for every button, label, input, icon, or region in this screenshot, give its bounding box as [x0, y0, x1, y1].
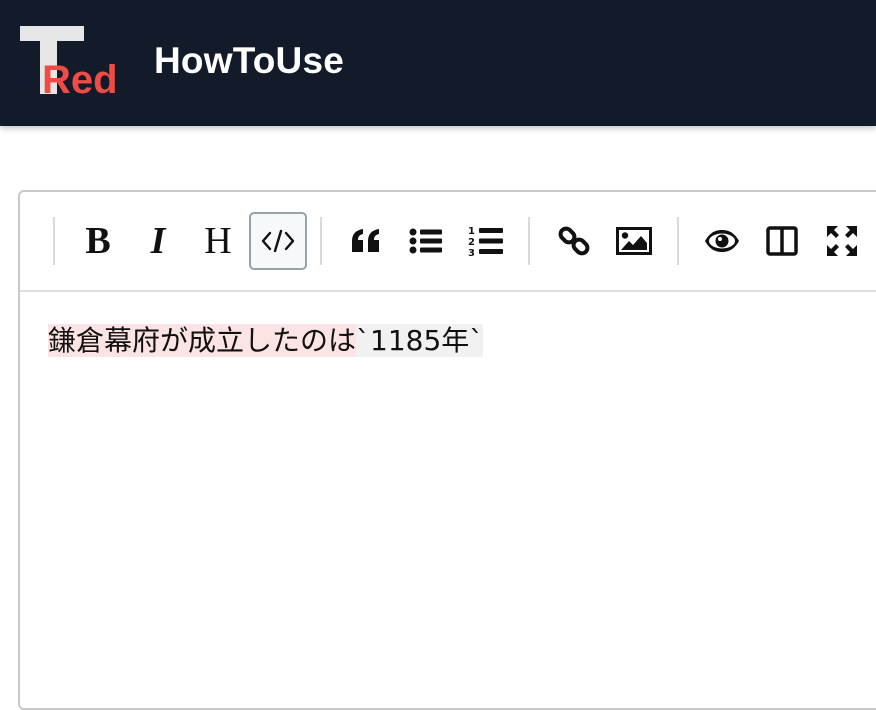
image-icon [616, 227, 652, 255]
ordered-list-icon: 1 2 3 [468, 226, 503, 258]
editor-toolbar: B I H 1 2 3 [20, 192, 876, 292]
code-icon [261, 229, 295, 253]
quote-button[interactable] [337, 212, 395, 270]
heading-button[interactable]: H [189, 212, 247, 270]
columns-icon [766, 226, 798, 256]
markdown-editor: B I H 1 2 3 鎌倉幕府が成立したのは`1185年` [18, 190, 876, 710]
svg-text:3: 3 [468, 248, 475, 258]
top-navbar: Red HowToUse [0, 0, 876, 126]
side-by-side-button[interactable] [753, 212, 811, 270]
editor-text: 鎌倉幕府が成立したのは [48, 324, 357, 357]
bold-button[interactable]: B [69, 212, 127, 270]
link-button[interactable] [545, 212, 603, 270]
svg-text:2: 2 [468, 237, 475, 248]
unordered-list-button[interactable] [397, 212, 455, 270]
logo-text: Red [42, 58, 118, 96]
unordered-list-icon [409, 228, 442, 254]
image-button[interactable] [605, 212, 663, 270]
heading-icon: H [204, 220, 232, 262]
eye-icon [705, 230, 739, 252]
fullscreen-icon [827, 226, 857, 256]
logo-mark: Red [20, 26, 118, 102]
link-icon [558, 226, 590, 256]
bold-icon: B [85, 220, 111, 262]
toolbar-separator [528, 217, 530, 265]
toolbar-separator [53, 217, 55, 265]
svg-text:1: 1 [468, 226, 475, 237]
app-title[interactable]: HowToUse [154, 40, 344, 82]
ordered-list-button[interactable]: 1 2 3 [457, 212, 515, 270]
editor-text-area[interactable]: 鎌倉幕府が成立したのは`1185年` [48, 322, 868, 360]
italic-icon: I [150, 220, 166, 262]
code-button[interactable] [249, 212, 307, 270]
tred-logo[interactable]: Red [18, 26, 136, 102]
inline-code: `1185年` [356, 324, 484, 357]
toolbar-separator [677, 217, 679, 265]
toolbar-separator [320, 217, 322, 265]
quote-icon [352, 229, 379, 252]
fullscreen-button[interactable] [813, 212, 871, 270]
preview-button[interactable] [693, 212, 751, 270]
italic-button[interactable]: I [129, 212, 187, 270]
